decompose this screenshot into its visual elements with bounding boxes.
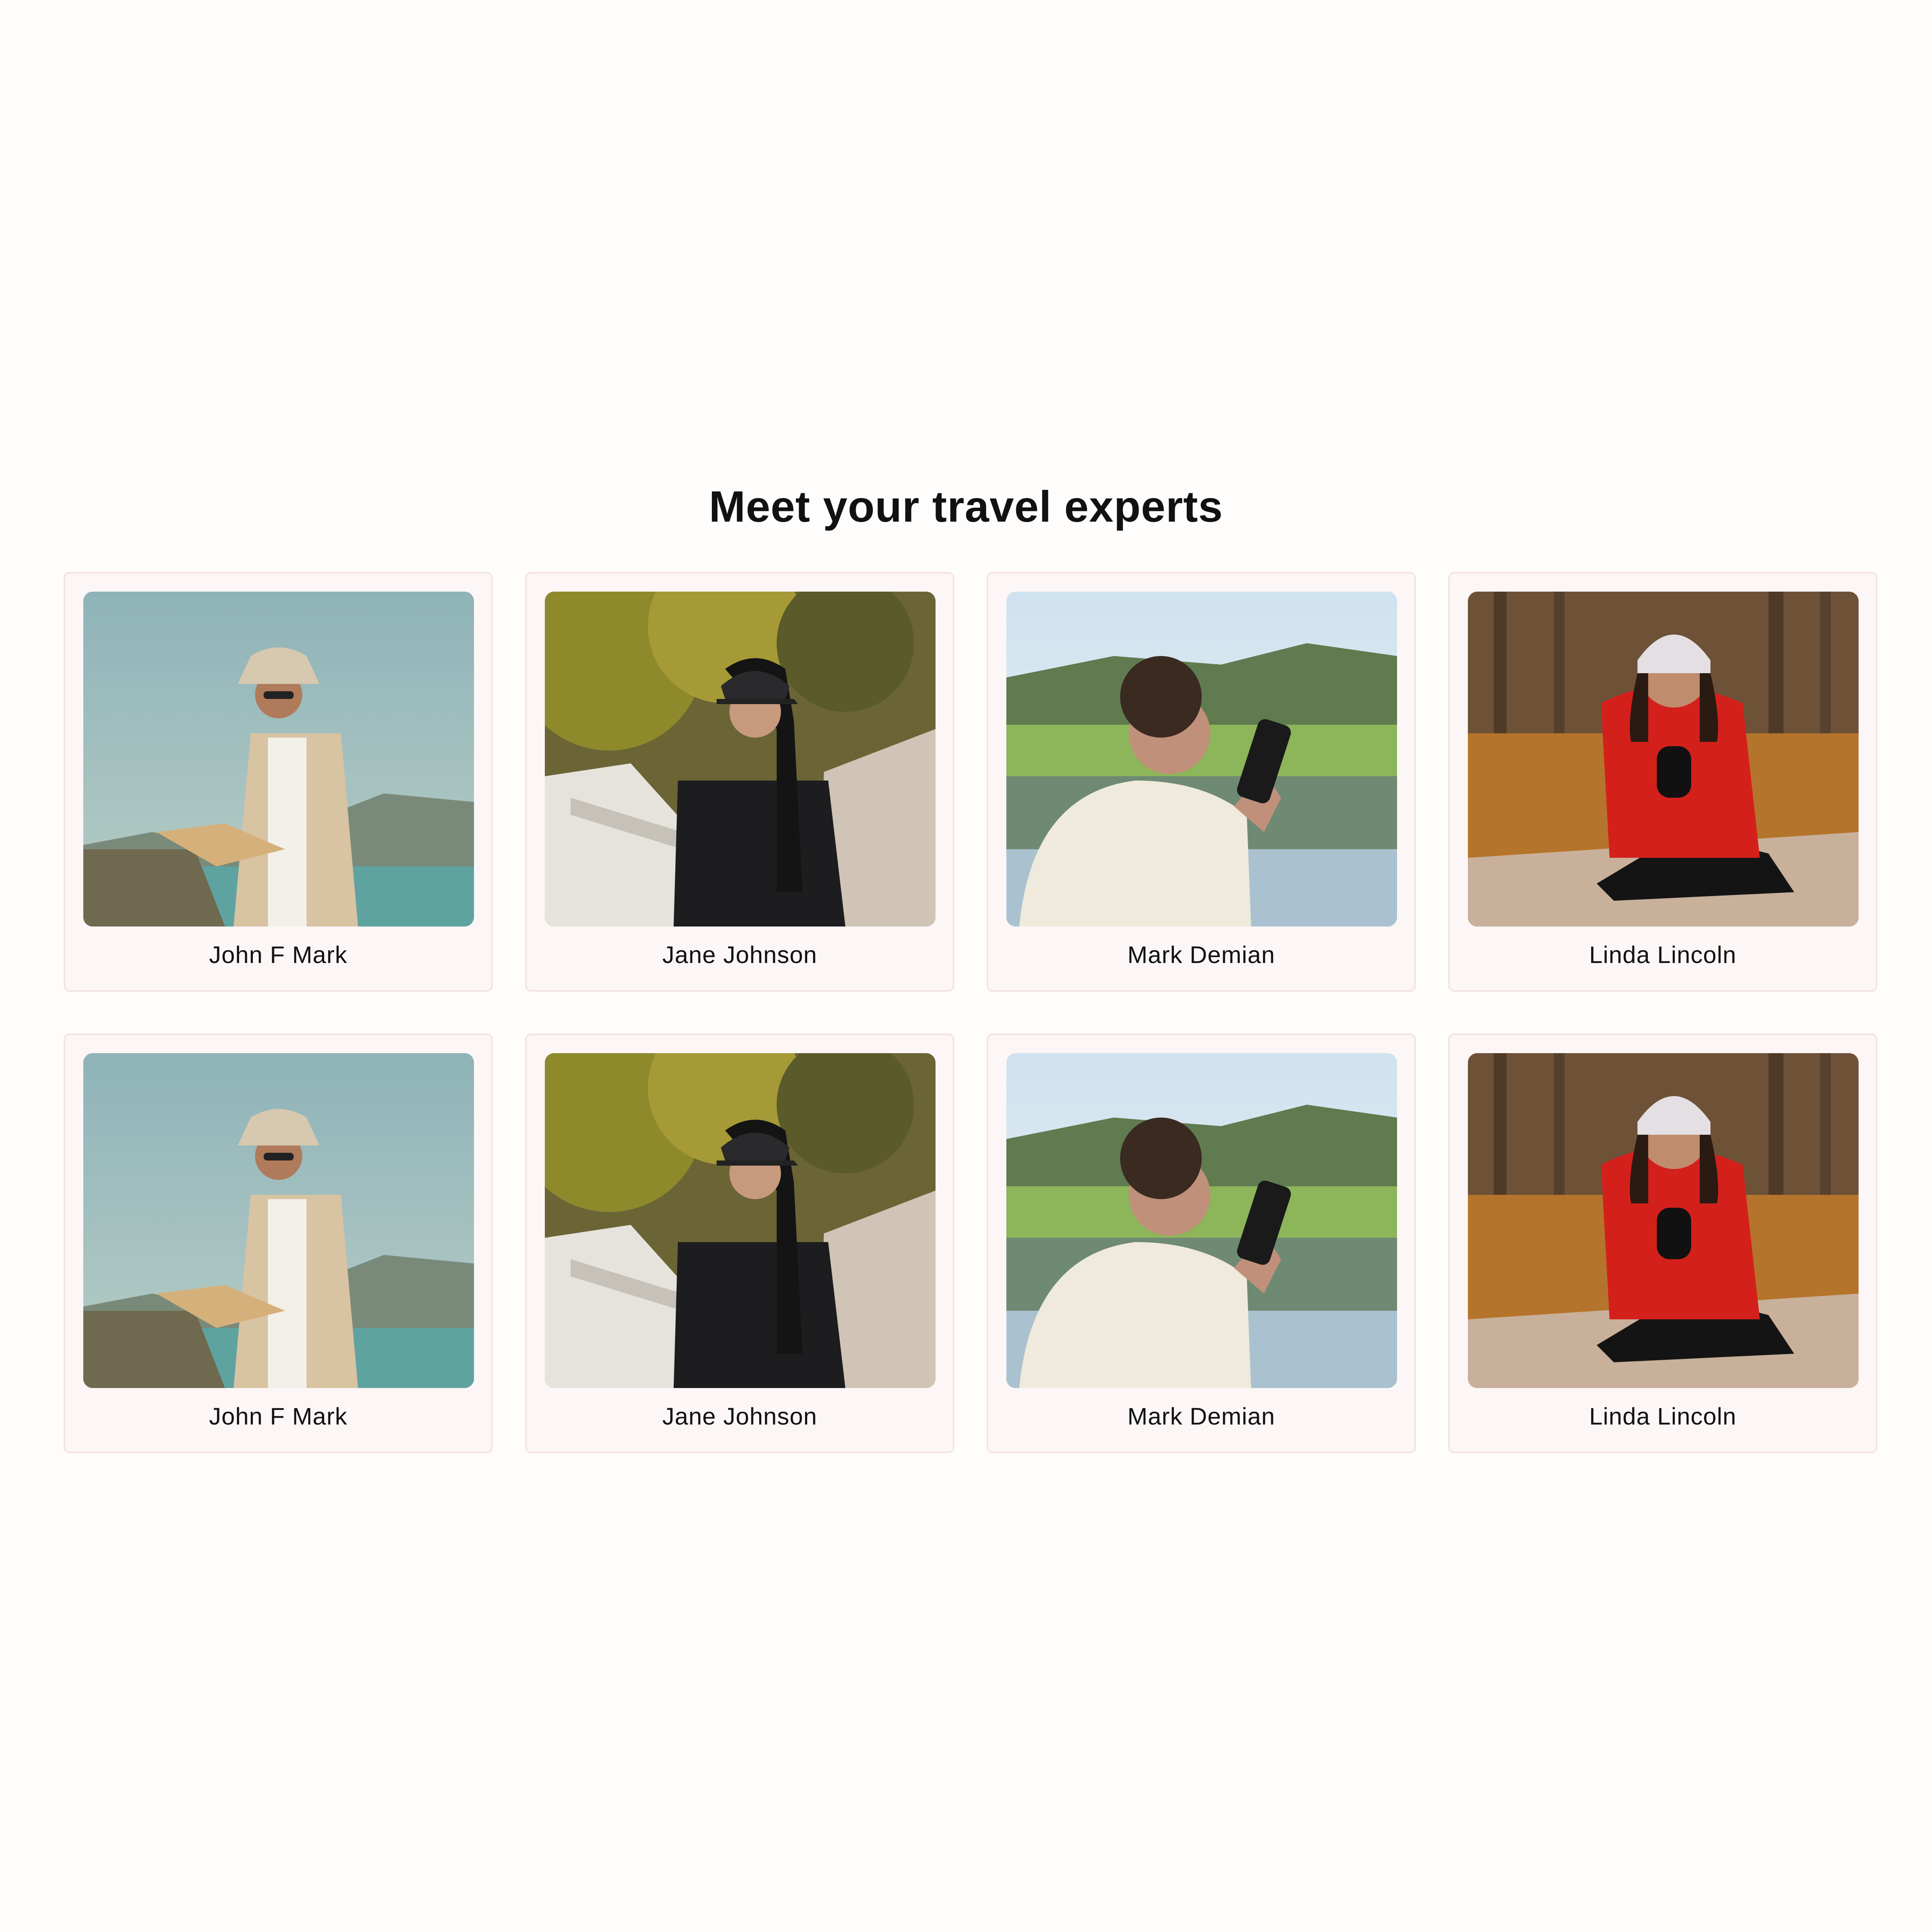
expert-card[interactable]: John F Mark bbox=[64, 572, 493, 992]
expert-name: Mark Demian bbox=[1127, 941, 1275, 968]
expert-photo bbox=[1468, 592, 1859, 927]
expert-card[interactable]: Jane Johnson bbox=[525, 572, 954, 992]
expert-card[interactable]: Linda Lincoln bbox=[1448, 572, 1877, 992]
expert-photo bbox=[1006, 1053, 1397, 1388]
expert-photo bbox=[83, 592, 474, 927]
expert-card[interactable]: Mark Demian bbox=[987, 1033, 1416, 1453]
expert-name: Jane Johnson bbox=[662, 941, 817, 968]
expert-card[interactable]: Jane Johnson bbox=[525, 1033, 954, 1453]
expert-name: John F Mark bbox=[209, 1403, 348, 1430]
expert-photo bbox=[1006, 592, 1397, 927]
expert-photo bbox=[83, 1053, 474, 1388]
expert-photo bbox=[545, 1053, 936, 1388]
expert-card[interactable]: John F Mark bbox=[64, 1033, 493, 1453]
expert-photo bbox=[545, 592, 936, 927]
expert-name: Jane Johnson bbox=[662, 1403, 817, 1430]
expert-photo bbox=[1468, 1053, 1859, 1388]
section-title: Meet your travel experts bbox=[709, 482, 1223, 531]
expert-name: Mark Demian bbox=[1127, 1403, 1275, 1430]
expert-card[interactable]: Linda Lincoln bbox=[1448, 1033, 1877, 1453]
expert-card[interactable]: Mark Demian bbox=[987, 572, 1416, 992]
expert-name: Linda Lincoln bbox=[1589, 941, 1737, 968]
expert-name: John F Mark bbox=[209, 941, 348, 968]
expert-name: Linda Lincoln bbox=[1589, 1403, 1737, 1430]
